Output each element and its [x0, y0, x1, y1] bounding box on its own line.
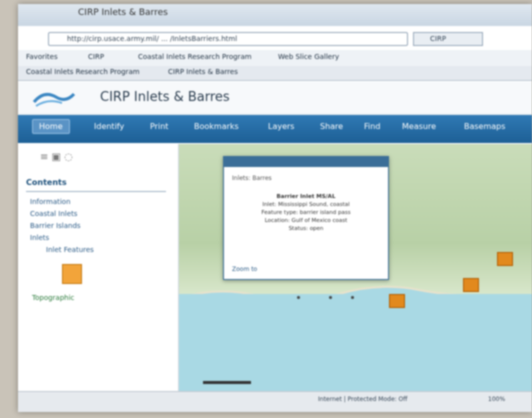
layer-information[interactable]: Information	[30, 198, 71, 206]
scale-bar	[203, 381, 251, 384]
favorites-link[interactable]: Favorites	[26, 53, 58, 61]
contents-heading: Contents	[26, 178, 67, 187]
favorite-link[interactable]: CIRP	[88, 53, 104, 61]
basemaps-button[interactable]: Basemaps	[464, 122, 505, 131]
popup-line: Location: Gulf of Mexico coast	[264, 218, 348, 224]
inlet-marker-icon[interactable]	[389, 294, 405, 308]
popup-line: Inlet: Mississippi Sound, coastal	[262, 202, 350, 208]
main-toolbar: Home Identify Print Bookmarks Layers Sha…	[18, 115, 532, 143]
panel-icons[interactable]: ≡ ▣ ◌	[40, 152, 73, 163]
favorite-link[interactable]: Coastal Inlets Research Program	[138, 53, 252, 61]
favorite-link[interactable]: Web Slice Gallery	[278, 53, 339, 61]
zoom-to-link[interactable]: Zoom to	[232, 266, 257, 273]
title-bar: CIRP Inlets & Barres	[18, 4, 532, 26]
point-marker[interactable]	[351, 296, 354, 299]
layer-inlet-features[interactable]: Inlet Features	[46, 246, 94, 254]
basemap-layer[interactable]: Topographic	[32, 294, 74, 302]
tab-strip: Coastal Inlets Research Program CIRP Inl…	[18, 66, 532, 81]
divider	[26, 191, 166, 192]
status-bar: Internet | Protected Mode: Off 100%	[18, 391, 532, 412]
tab[interactable]: Coastal Inlets Research Program	[26, 68, 140, 76]
inlet-marker-icon[interactable]	[497, 252, 513, 266]
popup-header[interactable]	[224, 157, 388, 167]
popup-line: Barrier Inlet MS/AL	[276, 194, 336, 200]
popup-title: Inlets: Barres	[232, 175, 272, 182]
find-button[interactable]: Find	[364, 122, 380, 131]
cirp-logo-icon	[32, 92, 76, 107]
layer-coastal-inlets[interactable]: Coastal Inlets	[30, 210, 77, 218]
popup-line: Feature type: barrier island pass	[261, 210, 351, 216]
bookmarks-button[interactable]: Bookmarks	[194, 122, 239, 131]
tab[interactable]: CIRP Inlets & Barres	[168, 68, 238, 76]
favorites-bar: Favorites CIRP Coastal Inlets Research P…	[18, 50, 532, 67]
browser-window: CIRP Inlets & Barres http://cirp.usace.a…	[18, 4, 532, 412]
app-title: CIRP Inlets & Barres	[100, 90, 230, 105]
point-marker[interactable]	[297, 296, 300, 299]
map-view[interactable]: Inlets: Barres Barrier Inlet MS/AL Inlet…	[179, 144, 532, 392]
app-header: CIRP Inlets & Barres	[18, 82, 532, 115]
point-marker[interactable]	[329, 296, 332, 299]
print-button[interactable]: Print	[150, 122, 168, 131]
contents-panel: ≡ ▣ ◌ Contents Information Coastal Inlet…	[18, 144, 179, 392]
tab-cirp[interactable]: CIRP	[413, 32, 483, 46]
gulf-water	[179, 294, 532, 392]
feature-popup: Inlets: Barres Barrier Inlet MS/AL Inlet…	[223, 156, 389, 280]
zoom-level[interactable]: 100%	[488, 396, 505, 403]
home-button[interactable]: Home	[32, 119, 70, 134]
popup-line: Status: open	[288, 226, 324, 232]
share-button[interactable]: Share	[320, 122, 343, 131]
address-bar[interactable]: http://cirp.usace.army.mil/ ... /InletsB…	[48, 32, 408, 46]
status-text: Internet | Protected Mode: Off	[318, 396, 408, 403]
measure-button[interactable]: Measure	[402, 122, 436, 131]
window-title: CIRP Inlets & Barres	[78, 8, 168, 18]
identify-button[interactable]: Identify	[94, 122, 124, 131]
layers-button[interactable]: Layers	[268, 122, 294, 131]
inlet-marker-icon[interactable]	[463, 278, 479, 292]
address-text: http://cirp.usace.army.mil/ ... /InletsB…	[67, 35, 238, 43]
layer-barrier-islands[interactable]: Barrier Islands	[30, 222, 81, 230]
inlet-legend-icon	[62, 264, 82, 284]
layer-inlets[interactable]: Inlets	[30, 234, 49, 242]
